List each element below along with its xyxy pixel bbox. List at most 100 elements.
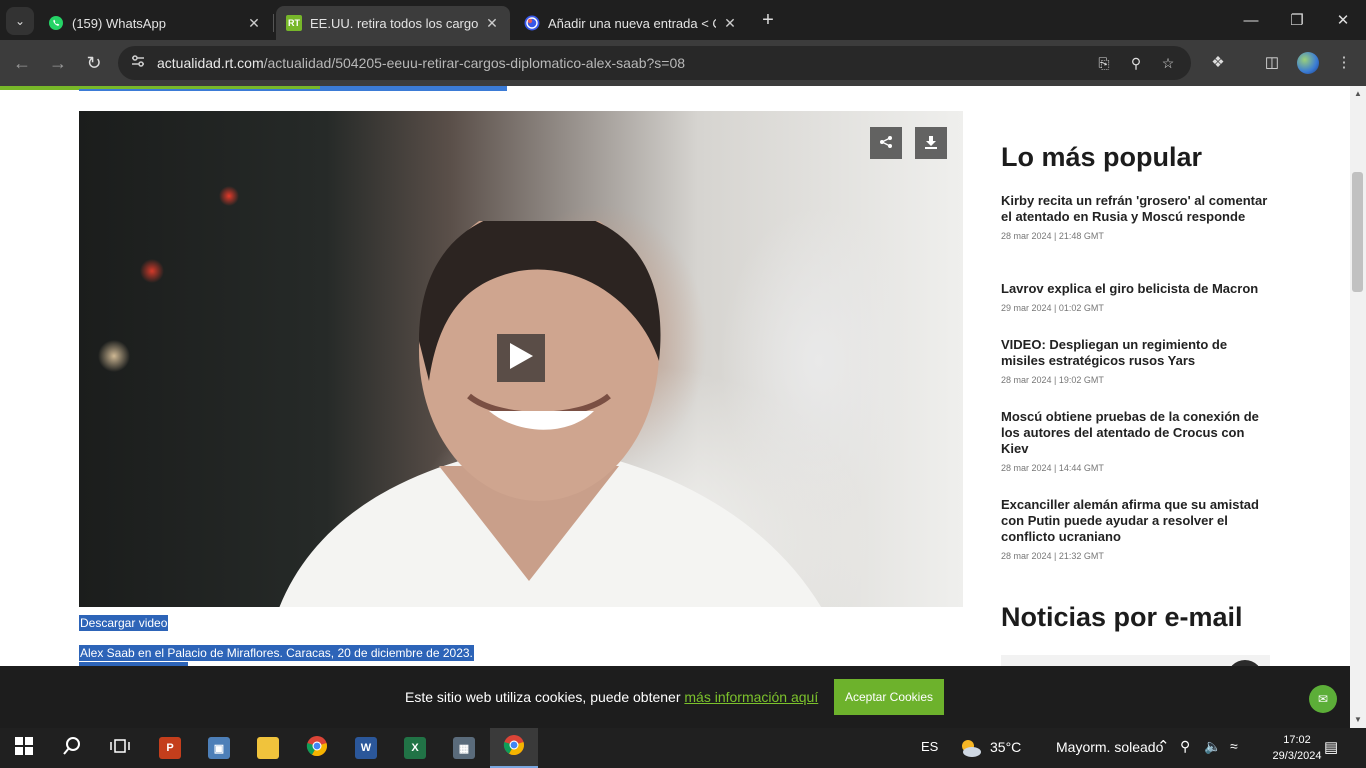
address-bar[interactable]: actualidad.rt.com/actualidad/504205-eeuu… <box>118 46 1191 80</box>
search-icon <box>62 736 82 761</box>
powerpoint-icon: P <box>159 737 181 759</box>
popular-item[interactable]: Moscú obtiene pruebas de la conexión de … <box>1001 409 1269 473</box>
popular-item[interactable]: Excanciller alemán afirma que su amistad… <box>1001 497 1269 561</box>
share-icon <box>879 135 893 152</box>
download-button[interactable] <box>915 127 947 159</box>
cookie-text: Este sitio web utiliza cookies, puede ob… <box>405 689 818 705</box>
scroll-down-arrow[interactable]: ▼ <box>1350 712 1366 728</box>
scrollbar-thumb[interactable] <box>1352 172 1363 292</box>
taskbar-calculator[interactable]: ▦ <box>440 728 488 768</box>
popular-item-title[interactable]: Kirby recita un refrán 'grosero' al come… <box>1001 193 1269 225</box>
close-window-button[interactable]: ✕ <box>1320 0 1366 40</box>
popular-item-date: 29 mar 2024 | 01:02 GMT <box>1001 303 1104 313</box>
taskbar-chrome[interactable] <box>293 728 341 768</box>
tab-title: (159) WhatsApp <box>72 15 166 31</box>
browser-tabstrip: ⌄ (159) WhatsApp ✕ RT EE.UU. retira todo… <box>0 0 1366 40</box>
url-domain: actualidad.rt.com <box>157 55 264 71</box>
new-tab-button[interactable]: + <box>758 8 778 32</box>
system-clock[interactable]: 17:02 29/3/2024 <box>1270 732 1324 764</box>
start-button[interactable] <box>0 728 48 768</box>
tab-search-button[interactable]: ⌄ <box>6 7 34 35</box>
share-button[interactable] <box>870 127 902 159</box>
whatsapp-icon <box>48 15 64 31</box>
close-icon[interactable]: ✕ <box>722 15 738 32</box>
notifications-icon[interactable]: ▤ <box>1324 738 1338 756</box>
popular-item[interactable]: Kirby recita un refrán 'grosero' al come… <box>1001 193 1269 241</box>
volume-icon[interactable]: 🔈 <box>1204 738 1221 755</box>
zoom-icon[interactable]: ⚲ <box>1125 53 1147 73</box>
install-app-icon[interactable]: ⎘ <box>1093 53 1115 73</box>
profile-avatar[interactable] <box>1297 52 1319 74</box>
selection-highlight <box>320 86 507 91</box>
accept-cookies-button[interactable]: Aceptar Cookies <box>834 679 944 715</box>
clock-date: 29/3/2024 <box>1272 750 1322 762</box>
wordpress-icon <box>524 15 540 31</box>
taskbar-chrome-active[interactable] <box>490 728 538 768</box>
chevron-up-icon[interactable]: ⌃ <box>1157 737 1170 755</box>
search-button[interactable] <box>48 728 96 768</box>
tab-separator <box>273 14 274 32</box>
close-icon[interactable]: ✕ <box>246 15 262 32</box>
taskbar-excel[interactable]: X <box>391 728 439 768</box>
taskbar-remote-desktop[interactable]: ▣ <box>195 728 243 768</box>
page-scrollbar[interactable]: ▲ ▼ <box>1350 86 1366 728</box>
cookie-more-info-link[interactable]: más información aquí <box>684 689 818 705</box>
weather-temperature[interactable]: 35°C <box>990 739 1021 755</box>
wifi-icon[interactable]: ≈ <box>1230 738 1238 754</box>
url-text: actualidad.rt.com/actualidad/504205-eeuu… <box>157 55 685 71</box>
popular-item-title[interactable]: VIDEO: Despliegan un regimiento de misil… <box>1001 337 1269 369</box>
play-button[interactable] <box>497 334 545 382</box>
restore-button[interactable]: ❐ <box>1274 0 1320 40</box>
selection-highlight <box>79 89 320 91</box>
popular-item-title[interactable]: Lavrov explica el giro belicista de Macr… <box>1001 281 1269 297</box>
popular-item[interactable]: Lavrov explica el giro belicista de Macr… <box>1001 281 1269 313</box>
scroll-up-arrow[interactable]: ▲ <box>1350 86 1366 102</box>
site-settings-icon[interactable] <box>128 53 148 73</box>
popular-heading: Lo más popular <box>1001 142 1203 172</box>
weather-icon[interactable] <box>958 737 982 764</box>
tab-whatsapp[interactable]: (159) WhatsApp ✕ <box>38 6 272 40</box>
popular-item-date: 28 mar 2024 | 21:48 GMT <box>1001 231 1104 241</box>
popular-item-date: 28 mar 2024 | 14:44 GMT <box>1001 463 1104 473</box>
play-icon <box>508 342 534 375</box>
popular-item[interactable]: VIDEO: Despliegan un regimiento de misil… <box>1001 337 1269 385</box>
taskbar-file-explorer[interactable] <box>244 728 292 768</box>
weather-description[interactable]: Mayorm. soleado <box>1056 739 1163 755</box>
browser-toolbar: ← → ↻ actualidad.rt.com/actualidad/50420… <box>0 40 1366 86</box>
video-thumbnail <box>279 221 822 607</box>
windows-taskbar: P ▣ W X ▦ ES 35°C Mayorm. soleado ⌃ ⚲ 🔈 … <box>0 728 1366 768</box>
menu-kebab-icon[interactable]: ⋮ <box>1333 52 1355 74</box>
bookmark-star-icon[interactable]: ☆ <box>1157 53 1179 73</box>
tab-title: EE.UU. retira todos los cargos co <box>310 15 478 31</box>
forward-button[interactable]: → <box>45 50 71 76</box>
taskbar-powerpoint[interactable]: P <box>146 728 194 768</box>
task-view-button[interactable] <box>96 728 144 768</box>
extensions-icon[interactable]: ❖ <box>1207 52 1229 74</box>
calculator-icon: ▦ <box>453 737 475 759</box>
video-caption: Alex Saab en el Palacio de Miraflores. C… <box>79 645 474 661</box>
video-player[interactable] <box>79 111 963 607</box>
download-video-link[interactable]: Descargar video <box>79 615 169 631</box>
popular-item-title[interactable]: Moscú obtiene pruebas de la conexión de … <box>1001 409 1269 457</box>
web-page: Descargar video Alex Saab en el Palacio … <box>0 86 1350 728</box>
reload-button[interactable]: ↻ <box>81 50 107 76</box>
clock-time: 17:02 <box>1283 734 1311 746</box>
language-indicator[interactable]: ES <box>921 739 938 754</box>
close-icon[interactable]: ✕ <box>484 15 500 32</box>
chrome-profile-icon <box>503 734 525 761</box>
taskbar-word[interactable]: W <box>342 728 390 768</box>
popular-item-title[interactable]: Excanciller alemán afirma que su amistad… <box>1001 497 1269 545</box>
url-path: /actualidad/504205-eeuu-retirar-cargos-d… <box>263 55 686 71</box>
minimize-button[interactable]: — <box>1228 0 1274 40</box>
tab-rt-article[interactable]: RT EE.UU. retira todos los cargos co ✕ <box>276 6 510 40</box>
envelope-icon: ✉ <box>1317 692 1329 706</box>
side-panel-icon[interactable]: ◫ <box>1261 52 1283 74</box>
excel-icon: X <box>404 737 426 759</box>
task-view-icon <box>110 737 130 760</box>
network-icon[interactable]: ⚲ <box>1180 738 1190 755</box>
tab-title: Añadir una nueva entrada < CR <box>548 15 716 31</box>
back-button[interactable]: ← <box>9 50 35 76</box>
message-button[interactable]: ✉ <box>1309 685 1337 713</box>
rt-icon: RT <box>286 15 302 31</box>
tab-wordpress[interactable]: Añadir una nueva entrada < CR ✕ <box>514 6 748 40</box>
